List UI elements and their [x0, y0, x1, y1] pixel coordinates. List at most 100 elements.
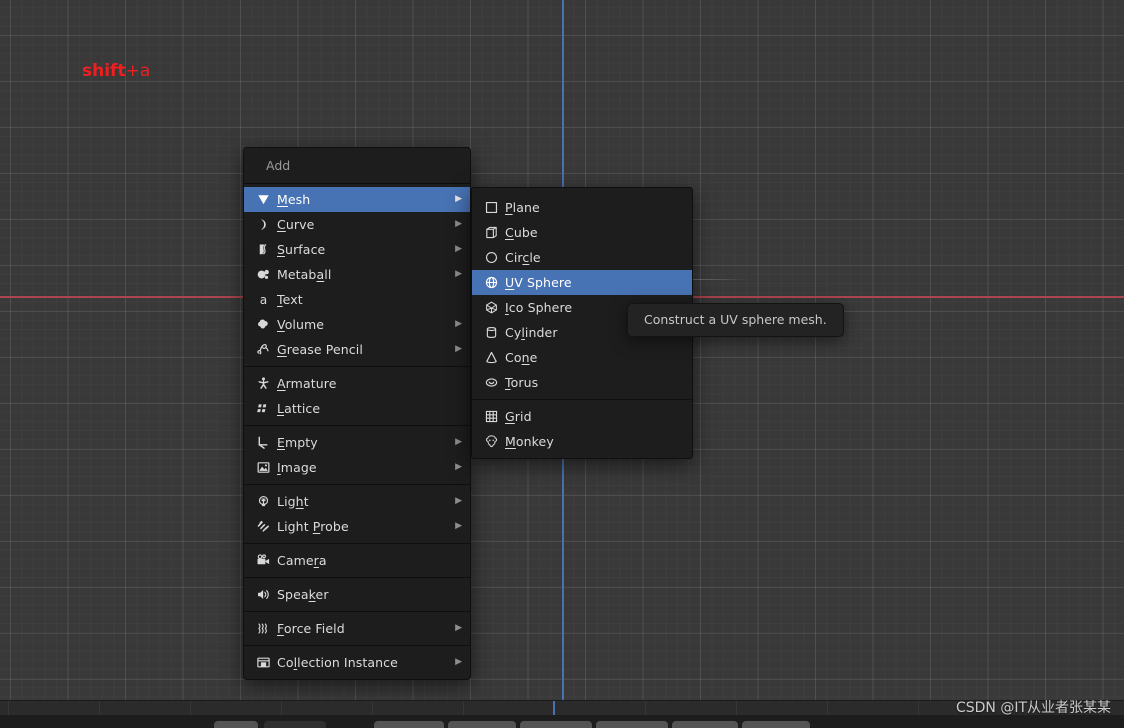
blender-window: shift+a Add Mesh ▶ Curve ▶ Surface ▶ Metaball ▶…	[0, 0, 1124, 728]
menu-separator	[244, 425, 470, 426]
monkey-icon	[477, 434, 505, 449]
mesh-item-plane-label: Plane	[505, 200, 540, 215]
mesh-item-monkey[interactable]: Monkey	[472, 429, 692, 454]
add-menu-item-lattice-label: Lattice	[277, 401, 321, 416]
add-menu-title: Add	[244, 148, 470, 184]
hotkey-modifier: shift	[82, 61, 126, 81]
menu-separator	[244, 366, 470, 367]
add-menu-item-camera-label: Camera	[277, 553, 327, 568]
grease-pencil-icon	[249, 342, 277, 357]
menu-separator	[244, 645, 470, 646]
mesh-item-cone-label: Cone	[505, 350, 538, 365]
mesh-item-cone[interactable]: Cone	[472, 345, 692, 370]
add-menu-item-light[interactable]: Light ▶	[244, 489, 470, 514]
mesh-item-circle-label: Circle	[505, 250, 541, 265]
add-menu-item-collection-instance[interactable]: Collection Instance ▶	[244, 650, 470, 675]
chevron-right-icon: ▶	[455, 194, 462, 204]
add-menu-item-surface[interactable]: Surface ▶	[244, 237, 470, 262]
add-menu-item-empty[interactable]: Empty ▶	[244, 430, 470, 455]
chevron-right-icon: ▶	[455, 521, 462, 531]
grid-icon	[477, 409, 505, 424]
add-menu-item-empty-label: Empty	[277, 435, 318, 450]
add-menu-item-volume-label: Volume	[277, 317, 325, 332]
add-menu-item-lattice[interactable]: Lattice	[244, 396, 470, 421]
bottom-pill-3[interactable]	[374, 721, 444, 728]
bottom-pill-7[interactable]	[672, 721, 738, 728]
menu-separator	[244, 484, 470, 485]
curve-icon	[249, 217, 277, 232]
bottom-pill-6[interactable]	[596, 721, 668, 728]
add-menu-item-armature-label: Armature	[277, 376, 337, 391]
chevron-right-icon: ▶	[455, 244, 462, 254]
mesh-item-torus[interactable]: Torus	[472, 370, 692, 395]
add-menu-item-metaball[interactable]: Metaball ▶	[244, 262, 470, 287]
add-menu-item-mesh[interactable]: Mesh ▶	[244, 187, 470, 212]
add-menu-item-curve[interactable]: Curve ▶	[244, 212, 470, 237]
add-menu-item-force-field[interactable]: Force Field ▶	[244, 616, 470, 641]
add-menu-item-mesh-label: Mesh	[277, 192, 311, 207]
plane-icon	[477, 200, 505, 215]
mesh-item-cube-label: Cube	[505, 225, 538, 240]
add-menu-item-collection-instance-label: Collection Instance	[277, 655, 398, 670]
uv-sphere-icon	[477, 275, 505, 290]
menu-separator	[244, 611, 470, 612]
light-probe-icon	[249, 519, 277, 534]
add-menu-item-image-label: Image	[277, 460, 317, 475]
cylinder-icon	[477, 325, 505, 340]
cone-icon	[477, 350, 505, 365]
mesh-item-torus-label: Torus	[505, 375, 539, 390]
mesh-item-circle[interactable]: Circle	[472, 245, 692, 270]
timeline-playhead[interactable]	[553, 701, 555, 715]
light-icon	[249, 494, 277, 509]
mesh-item-plane[interactable]: Plane	[472, 195, 692, 220]
hotkey-key: +a	[125, 61, 151, 81]
add-menu-item-metaball-label: Metaball	[277, 267, 332, 282]
add-menu-item-grease-pencil-label: Grease Pencil	[277, 342, 363, 357]
svg-text:a: a	[259, 293, 266, 307]
add-menu-item-text[interactable]: a Text	[244, 287, 470, 312]
add-menu-item-light-probe[interactable]: Light Probe ▶	[244, 514, 470, 539]
chevron-right-icon: ▶	[455, 219, 462, 229]
hotkey-annotation: shift+a	[82, 61, 150, 81]
chevron-right-icon: ▶	[455, 319, 462, 329]
force-field-icon	[249, 621, 277, 636]
add-menu-item-speaker[interactable]: Speaker	[244, 582, 470, 607]
add-menu-item-light-label: Light	[277, 494, 309, 509]
mesh-item-grid[interactable]: Grid	[472, 404, 692, 429]
mesh-icon	[249, 192, 277, 207]
bottom-pill-2[interactable]	[264, 721, 326, 728]
image-icon	[249, 460, 277, 475]
mesh-item-grid-label: Grid	[505, 409, 532, 424]
add-menu-item-image[interactable]: Image ▶	[244, 455, 470, 480]
tooltip-text: Construct a UV sphere mesh.	[644, 312, 827, 327]
mesh-item-cube[interactable]: Cube	[472, 220, 692, 245]
menu-separator	[244, 577, 470, 578]
chevron-right-icon: ▶	[455, 344, 462, 354]
add-menu-item-camera[interactable]: Camera	[244, 548, 470, 573]
bottom-pill-4[interactable]	[448, 721, 516, 728]
add-menu-list: Mesh ▶ Curve ▶ Surface ▶ Metaball ▶ a Text Volume ▶…	[244, 184, 470, 675]
add-menu[interactable]: Add Mesh ▶ Curve ▶ Surface ▶ Metaball ▶ a Text Vol…	[243, 147, 471, 680]
add-menu-item-light-probe-label: Light Probe	[277, 519, 349, 534]
chevron-right-icon: ▶	[455, 269, 462, 279]
add-menu-item-volume[interactable]: Volume ▶	[244, 312, 470, 337]
armature-icon	[249, 376, 277, 391]
add-menu-item-surface-label: Surface	[277, 242, 326, 257]
watermark: CSDN @IT从业者张某某	[955, 700, 1111, 716]
text-icon: a	[249, 292, 277, 307]
bottom-pill-8[interactable]	[742, 721, 810, 728]
add-menu-item-armature[interactable]: Armature	[244, 371, 470, 396]
metaball-icon	[249, 267, 277, 282]
chevron-right-icon: ▶	[455, 623, 462, 633]
bottom-pill-5[interactable]	[520, 721, 592, 728]
bottom-pill-1[interactable]	[214, 721, 258, 728]
ico-sphere-icon	[477, 300, 505, 315]
chevron-right-icon: ▶	[455, 437, 462, 447]
add-menu-item-text-label: Text	[277, 292, 303, 307]
menu-separator	[244, 543, 470, 544]
add-menu-item-speaker-label: Speaker	[277, 587, 329, 602]
menu-separator	[472, 399, 692, 400]
chevron-right-icon: ▶	[455, 462, 462, 472]
add-menu-item-grease-pencil[interactable]: Grease Pencil ▶	[244, 337, 470, 362]
mesh-item-uv-sphere[interactable]: UV Sphere	[472, 270, 692, 295]
